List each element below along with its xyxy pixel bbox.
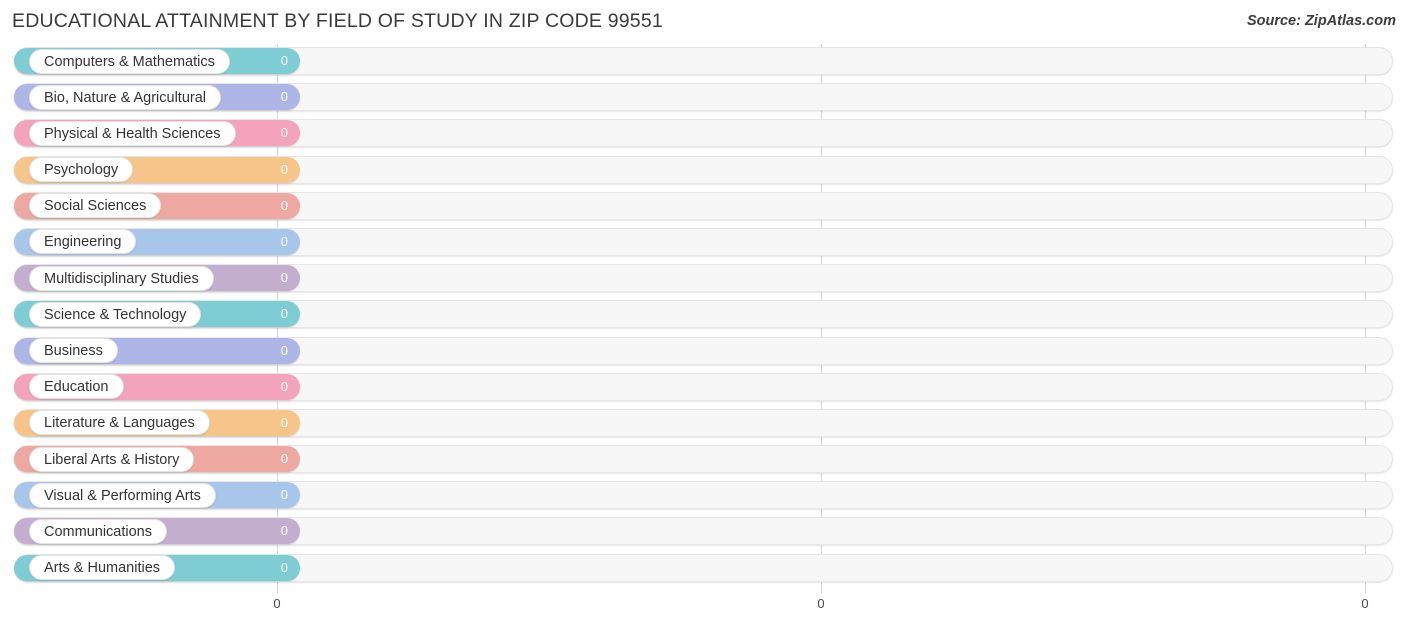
page-title: EDUCATIONAL ATTAINMENT BY FIELD OF STUDY… xyxy=(12,10,663,32)
bar-rows: 0 Computers & Mathematics 0 Bio, Nature & A… xyxy=(0,44,1406,594)
bar-value-label: 0 xyxy=(280,487,288,503)
bar-row[interactable]: 0 Business xyxy=(0,334,1406,370)
source-attribution: Source: ZipAtlas.com xyxy=(1246,13,1396,29)
chart-header: EDUCATIONAL ATTAINMENT BY FIELD OF STUDY… xyxy=(0,0,1406,44)
category-label[interactable]: Social Sciences xyxy=(29,193,162,219)
bar-value-label: 0 xyxy=(280,125,288,141)
category-label[interactable]: Business xyxy=(29,338,118,363)
bar-value-label: 0 xyxy=(280,270,288,286)
bar-row[interactable]: 0 Arts & Humanities xyxy=(0,551,1406,587)
x-axis-tick-label: 0 xyxy=(273,596,281,611)
category-label[interactable]: Multidisciplinary Studies xyxy=(29,265,214,291)
bar-value-label: 0 xyxy=(280,414,288,430)
x-axis-tick-label: 0 xyxy=(1361,596,1369,611)
category-label[interactable]: Computers & Mathematics xyxy=(29,48,230,74)
bar-row[interactable]: 0 Bio, Nature & Agricultural xyxy=(0,80,1406,116)
category-label[interactable]: Liberal Arts & History xyxy=(29,446,195,472)
category-label[interactable]: Physical & Health Sciences xyxy=(29,120,236,146)
bar-row[interactable]: 0 Communications xyxy=(0,514,1406,550)
chart-page: EDUCATIONAL ATTAINMENT BY FIELD OF STUDY… xyxy=(0,0,1406,631)
bar-row[interactable]: 0 Literature & Languages xyxy=(0,406,1406,442)
bar-value-label: 0 xyxy=(280,89,288,105)
bar-value-label: 0 xyxy=(280,161,288,177)
bar-row[interactable]: 0 Science & Technology xyxy=(0,297,1406,333)
bar-row[interactable]: 0 Social Sciences xyxy=(0,189,1406,225)
bar-value-label: 0 xyxy=(280,233,288,249)
category-label[interactable]: Visual & Performing Arts xyxy=(29,482,216,508)
bar-row[interactable]: 0 Visual & Performing Arts xyxy=(0,478,1406,514)
bar-value-label: 0 xyxy=(280,342,288,358)
bar-row[interactable]: 0 Multidisciplinary Studies xyxy=(0,261,1406,297)
category-label[interactable]: Psychology xyxy=(29,157,134,183)
bar-value-label: 0 xyxy=(280,306,288,322)
bar-row[interactable]: 0 Engineering xyxy=(0,225,1406,261)
category-label[interactable]: Bio, Nature & Agricultural xyxy=(29,84,221,110)
category-label[interactable]: Communications xyxy=(29,518,167,544)
bar-value-label: 0 xyxy=(280,451,288,467)
bar-row[interactable]: 0 Physical & Health Sciences xyxy=(0,116,1406,152)
bar-row[interactable]: 0 Psychology xyxy=(0,153,1406,189)
bar-row[interactable]: 0 Computers & Mathematics xyxy=(0,44,1406,80)
category-label[interactable]: Literature & Languages xyxy=(29,410,210,436)
bar-value-label: 0 xyxy=(280,197,288,213)
category-label[interactable]: Science & Technology xyxy=(29,301,202,327)
category-label[interactable]: Education xyxy=(29,374,124,400)
category-label[interactable]: Arts & Humanities xyxy=(29,555,176,581)
bar-value-label: 0 xyxy=(280,53,288,68)
bar-row[interactable]: 0 Education xyxy=(0,370,1406,406)
bar-value-label: 0 xyxy=(280,523,288,539)
bar-row[interactable]: 0 Liberal Arts & History xyxy=(0,442,1406,478)
x-axis: 0 0 0 xyxy=(0,594,1406,631)
bar-value-label: 0 xyxy=(280,559,288,575)
x-axis-tick-label: 0 xyxy=(817,596,825,611)
bar-value-label: 0 xyxy=(280,378,288,394)
plot-area: 0 Computers & Mathematics 0 Bio, Nature & A… xyxy=(0,44,1406,594)
category-label[interactable]: Engineering xyxy=(29,229,137,255)
